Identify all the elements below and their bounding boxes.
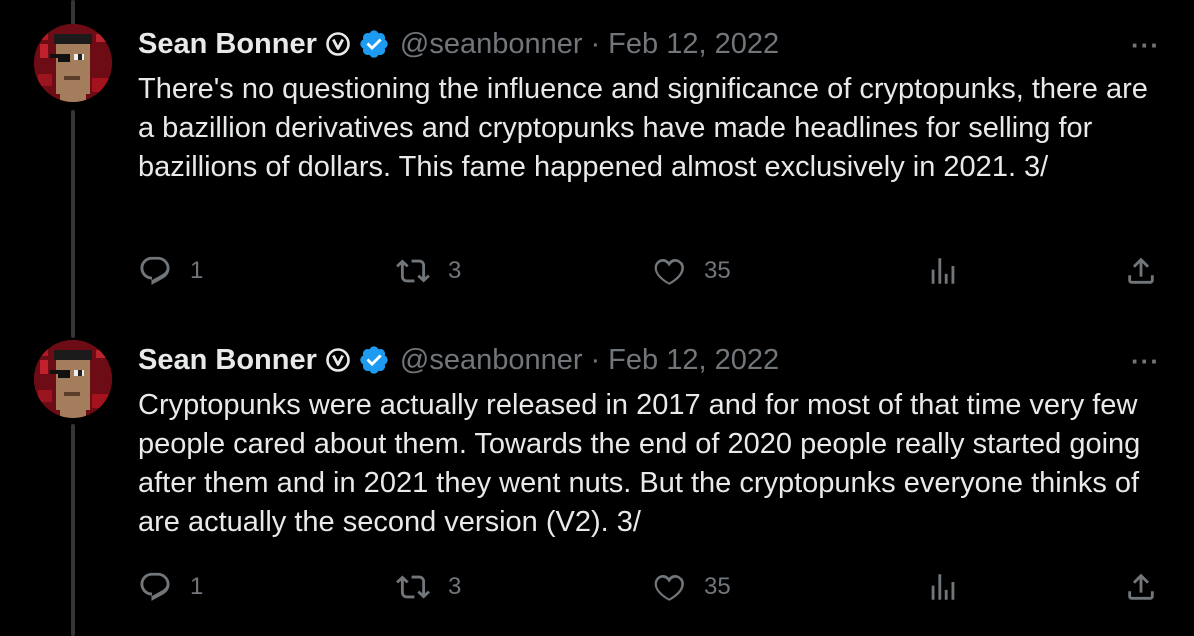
avatar[interactable] xyxy=(34,340,112,418)
cryptopunk-avatar-image xyxy=(34,340,112,418)
retweet-button[interactable]: 3 xyxy=(396,570,461,604)
share-icon xyxy=(1128,257,1154,284)
timestamp[interactable]: Feb 12, 2022 xyxy=(608,344,779,377)
display-name[interactable]: Sean Bonner xyxy=(138,344,317,377)
like-icon xyxy=(654,258,684,285)
like-count: 35 xyxy=(704,573,731,600)
retweet-icon xyxy=(396,575,430,599)
reply-icon xyxy=(140,256,170,285)
views-button[interactable] xyxy=(926,254,960,288)
tweet-header: Sean Bonner @seanbonner · Feb 12, 2022 xyxy=(138,340,779,380)
retweet-button[interactable]: 3 xyxy=(396,254,461,288)
circle-v-badge-icon xyxy=(325,347,351,373)
timestamp[interactable]: Feb 12, 2022 xyxy=(608,28,779,61)
tweet[interactable]: Sean Bonner @seanbonner · Feb 12, 2022 ·… xyxy=(0,0,1194,320)
tweet[interactable]: Sean Bonner @seanbonner · Feb 12, 2022 ·… xyxy=(0,316,1194,636)
tweet-header: Sean Bonner @seanbonner · Feb 12, 2022 xyxy=(138,24,779,64)
reply-count: 1 xyxy=(190,257,204,284)
reply-button[interactable]: 1 xyxy=(138,570,203,604)
verified-icon[interactable] xyxy=(358,344,390,376)
separator: · xyxy=(590,27,601,60)
more-options-icon[interactable]: ··· xyxy=(1131,30,1160,61)
retweet-count: 3 xyxy=(448,257,462,284)
retweet-icon xyxy=(396,259,430,283)
share-button[interactable] xyxy=(1124,254,1158,288)
handle[interactable]: @seanbonner xyxy=(400,344,583,377)
tweet-actions: 1 3 35 xyxy=(0,570,1194,606)
display-name[interactable]: Sean Bonner xyxy=(138,28,317,61)
like-icon xyxy=(654,574,684,601)
reply-button[interactable]: 1 xyxy=(138,254,203,288)
tweet-actions: 1 3 35 xyxy=(0,254,1194,290)
views-icon xyxy=(931,574,955,600)
circle-v-badge-icon xyxy=(325,31,351,57)
separator: · xyxy=(590,343,601,376)
like-count: 35 xyxy=(704,257,731,284)
like-button[interactable]: 35 xyxy=(652,570,731,604)
verified-icon[interactable] xyxy=(358,28,390,60)
reply-icon xyxy=(140,572,170,601)
more-options-icon[interactable]: ··· xyxy=(1131,346,1160,377)
tweet-text: There's no questioning the influence and… xyxy=(138,73,1148,183)
avatar[interactable] xyxy=(34,24,112,102)
like-button[interactable]: 35 xyxy=(652,254,731,288)
share-button[interactable] xyxy=(1124,570,1158,604)
handle[interactable]: @seanbonner xyxy=(400,28,583,61)
reply-count: 1 xyxy=(190,573,204,600)
share-icon xyxy=(1128,573,1154,600)
cryptopunk-avatar-image xyxy=(34,24,112,102)
retweet-count: 3 xyxy=(448,573,462,600)
views-icon xyxy=(931,258,955,284)
tweet-text: Cryptopunks were actually released in 20… xyxy=(138,389,1141,538)
views-button[interactable] xyxy=(926,570,960,604)
